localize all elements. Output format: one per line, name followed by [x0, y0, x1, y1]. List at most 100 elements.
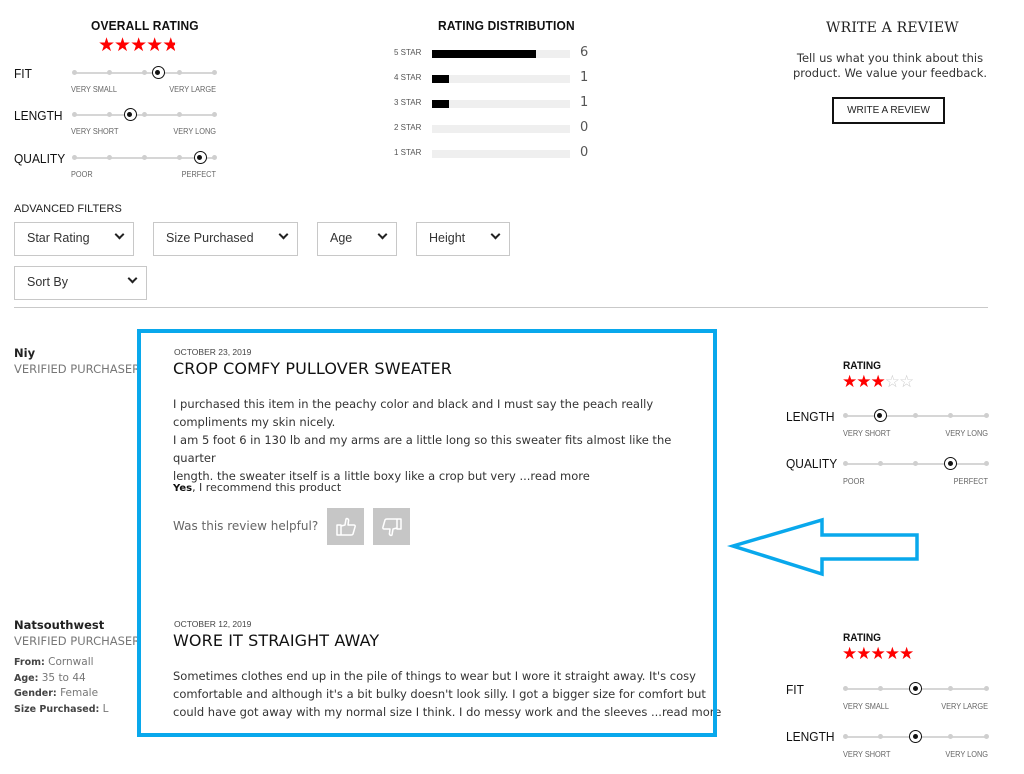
- review-fit-label: FIT: [786, 682, 804, 697]
- star-empty-icon: ☆: [899, 372, 914, 392]
- height-filter[interactable]: Height: [416, 222, 510, 256]
- length-max-label: VERY LONG: [173, 127, 216, 136]
- review-fit-max-label: VERY LARGE: [941, 702, 988, 711]
- fit-min-label: VERY SMALL: [71, 85, 117, 94]
- review-body-text: could have got away with my normal size …: [173, 705, 651, 719]
- thumbs-down-icon: [381, 517, 402, 536]
- review-rating-label: RATING: [843, 360, 882, 372]
- slider-tick: [842, 413, 848, 418]
- reviewer-gender: Gender: Female: [14, 687, 99, 699]
- distribution-row[interactable]: 1 STAR 0: [394, 145, 594, 160]
- distribution-label: 5 STAR: [394, 48, 422, 57]
- review-quality-max-label: PERFECT: [953, 477, 988, 486]
- size-purchased-filter[interactable]: Size Purchased: [153, 222, 298, 256]
- star-filled-icon: ★: [870, 644, 886, 664]
- review-quality-min-label: POOR: [843, 477, 865, 486]
- distribution-count: 0: [580, 145, 589, 160]
- review-length-max-label: VERY LONG: [945, 429, 988, 438]
- height-filter-label: Height: [429, 231, 466, 245]
- slider-knob: [873, 409, 887, 422]
- slider-tick: [71, 70, 77, 75]
- star-filled-icon: ★: [870, 372, 886, 392]
- distribution-bar-fill: [432, 100, 450, 108]
- thumbs-down-button[interactable]: [373, 508, 410, 545]
- reviewer-size-purchased: Size Purchased: L: [14, 702, 109, 715]
- slider-tick: [948, 734, 954, 739]
- recommendation: Yes, I recommend this product: [173, 481, 341, 494]
- distribution-count: 1: [580, 95, 589, 110]
- review-length-label: LENGTH: [786, 729, 835, 744]
- distribution-bar-track: [432, 150, 570, 158]
- slider-tick: [842, 734, 848, 739]
- thumbs-up-button[interactable]: [327, 508, 364, 545]
- distribution-row[interactable]: 5 STAR 6: [394, 45, 594, 60]
- slider-tick: [211, 155, 217, 160]
- reviewer-name: Natsouthwest: [14, 618, 105, 632]
- star-rating-filter[interactable]: Star Rating: [14, 222, 134, 256]
- rating-distribution-title: RATING DISTRIBUTION: [438, 18, 575, 33]
- distribution-count: 6: [580, 45, 589, 60]
- verified-purchaser-badge: VERIFIED PURCHASER: [14, 634, 141, 648]
- distribution-label: 4 STAR: [394, 73, 422, 82]
- slider-track: [842, 409, 989, 422]
- review-rating-stars: ★★★★★: [842, 644, 914, 664]
- distribution-bar-track: [432, 50, 570, 58]
- quality-label: QUALITY: [14, 151, 66, 166]
- review-rating-stars: ★★★☆☆: [842, 372, 914, 392]
- star-filled-icon: ★: [146, 34, 163, 56]
- read-more-link[interactable]: ...read more: [519, 469, 589, 483]
- divider: [14, 307, 988, 308]
- distribution-bar-fill: [432, 50, 536, 58]
- slider-track: [71, 66, 217, 79]
- chevron-down-icon: [127, 273, 138, 284]
- chevron-down-icon: [278, 229, 289, 240]
- age-filter[interactable]: Age: [317, 222, 397, 256]
- review-title: CROP COMFY PULLOVER SWEATER: [173, 359, 452, 378]
- write-review-button[interactable]: WRITE A REVIEW: [832, 97, 945, 124]
- star-partial-icon: ★ ★: [162, 34, 179, 56]
- review-body-line: compliments my skin nicely.: [173, 415, 336, 429]
- slider-tick: [71, 155, 77, 160]
- slider-tick: [141, 112, 147, 117]
- star-filled-icon: ★: [856, 372, 871, 392]
- distribution-row[interactable]: 4 STAR 1: [394, 70, 594, 85]
- read-more-link[interactable]: ...read more: [651, 705, 721, 719]
- distribution-count: 0: [580, 120, 589, 135]
- slider-tick: [106, 155, 112, 160]
- size-purchased-filter-label: Size Purchased: [166, 231, 254, 245]
- review-body-line: I am 5 foot 6 in 130 lb and my arms are …: [173, 433, 672, 465]
- slider-track: [842, 457, 989, 470]
- distribution-row[interactable]: 3 STAR 1: [394, 95, 594, 110]
- slider-tick: [141, 155, 147, 160]
- recommend-text: , I recommend this product: [192, 481, 342, 494]
- review-quality-label: QUALITY: [786, 456, 838, 471]
- slider-tick: [211, 70, 217, 75]
- slider-tick: [948, 413, 954, 418]
- star-filled-icon: ★: [856, 644, 871, 664]
- slider-tick: [211, 112, 217, 117]
- slider-knob: [909, 682, 922, 695]
- slider-tick: [877, 461, 883, 466]
- slider-track: [71, 108, 217, 121]
- star-empty-icon: ☆: [884, 372, 900, 392]
- distribution-row[interactable]: 2 STAR 0: [394, 120, 594, 135]
- write-review-text-line: Tell us what you think about this: [796, 51, 984, 65]
- quality-max-label: PERFECT: [181, 170, 216, 179]
- reviewer-age: Age: 35 to 44: [14, 671, 86, 684]
- length-label: LENGTH: [14, 108, 63, 123]
- slider-tick: [842, 461, 848, 466]
- slider-tick: [948, 686, 954, 691]
- star-filled-icon: ★: [842, 372, 857, 392]
- slider-track: [71, 151, 217, 164]
- arrow-left-icon: [726, 517, 919, 577]
- sort-by-dropdown[interactable]: Sort By: [14, 266, 147, 300]
- write-review-description: Tell us what you think about this produc…: [780, 51, 1000, 81]
- review-rating-label: RATING: [843, 632, 882, 644]
- reviewer-from: From: Cornwall: [14, 656, 94, 668]
- slider-tick: [106, 70, 112, 75]
- write-review-text-line: product. We value your feedback.: [792, 66, 988, 80]
- star-filled-icon: ★: [842, 644, 857, 664]
- slider-tick: [176, 112, 182, 117]
- review-body: Sometimes clothes end up in the pile of …: [173, 667, 733, 721]
- slider-tick: [877, 734, 883, 739]
